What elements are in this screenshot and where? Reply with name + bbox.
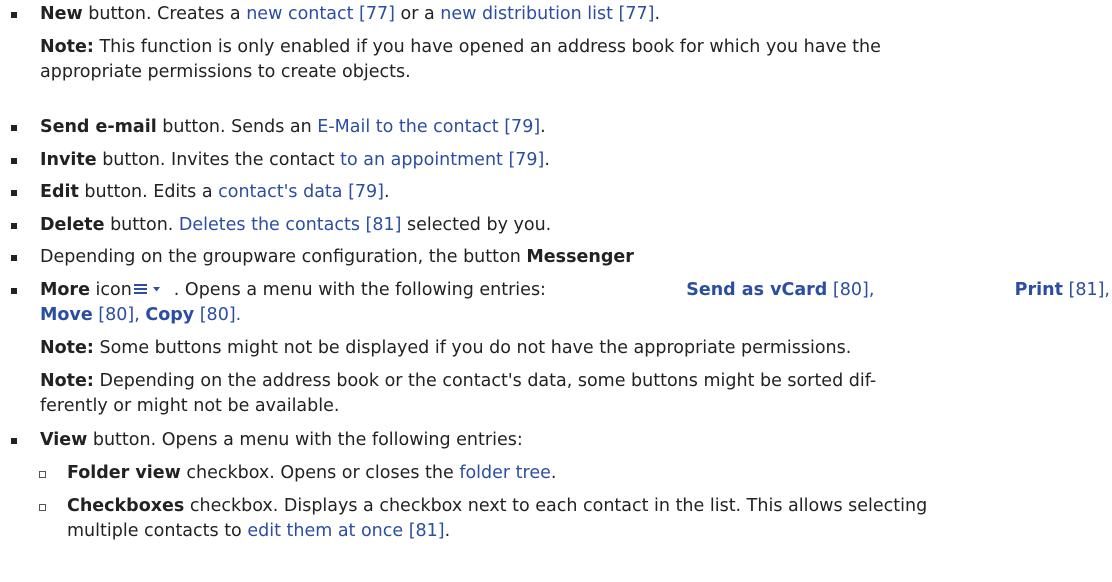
label-delete: Delete: [40, 215, 105, 235]
label-send-email: Send e-mail: [40, 117, 157, 137]
label-edit: Edit: [40, 182, 79, 202]
label-new: New: [40, 4, 83, 24]
menu-dropdown-icon: [133, 282, 164, 296]
link-new-distribution-list[interactable]: new distribution list [77]: [440, 4, 654, 24]
note-sorting: Note: Depending on the address book or t…: [40, 371, 877, 391]
bullet: [11, 125, 17, 131]
label-messenger: Messenger: [526, 247, 634, 267]
sub-item-folder-view: Folder view checkbox. Opens or closes th…: [67, 463, 557, 483]
label-invite: Invite: [40, 150, 97, 170]
bullet: [11, 288, 17, 294]
bullet: [11, 158, 17, 164]
bullet: [11, 190, 17, 196]
link-folder-tree[interactable]: folder tree: [459, 463, 551, 483]
label-more: More: [40, 280, 90, 300]
link-copy[interactable]: Copy: [145, 305, 194, 325]
document-page: New button. Creates a new contact [77] o…: [0, 0, 1112, 582]
link-appointment[interactable]: to an appointment [79]: [340, 150, 544, 170]
link-send-as-vcard[interactable]: Send as vCard: [686, 280, 827, 300]
sub-item-checkboxes: Checkboxes checkbox. Displays a checkbox…: [67, 496, 928, 516]
note-permissions: Note: Some buttons might not be displaye…: [40, 338, 852, 358]
sub-bullet: [39, 504, 46, 511]
link-move[interactable]: Move: [40, 305, 93, 325]
link-new-contact[interactable]: new contact [77]: [246, 4, 395, 24]
link-email-to-contact[interactable]: E-Mail to the contact [79]: [317, 117, 540, 137]
bullet: [11, 255, 17, 261]
bullet: [11, 12, 17, 18]
label-view: View: [40, 430, 88, 450]
link-edit-at-once[interactable]: edit them at once [81]: [247, 521, 444, 541]
link-delete-contacts[interactable]: Deletes the contacts [81]: [179, 215, 402, 235]
link-print[interactable]: Print: [1015, 280, 1063, 300]
bullet: [11, 438, 17, 444]
link-contact-data[interactable]: contact's data [79]: [218, 182, 384, 202]
sub-bullet: [39, 471, 46, 478]
note-new: Note: This function is only enabled if y…: [40, 37, 881, 57]
bullet: [11, 223, 17, 229]
